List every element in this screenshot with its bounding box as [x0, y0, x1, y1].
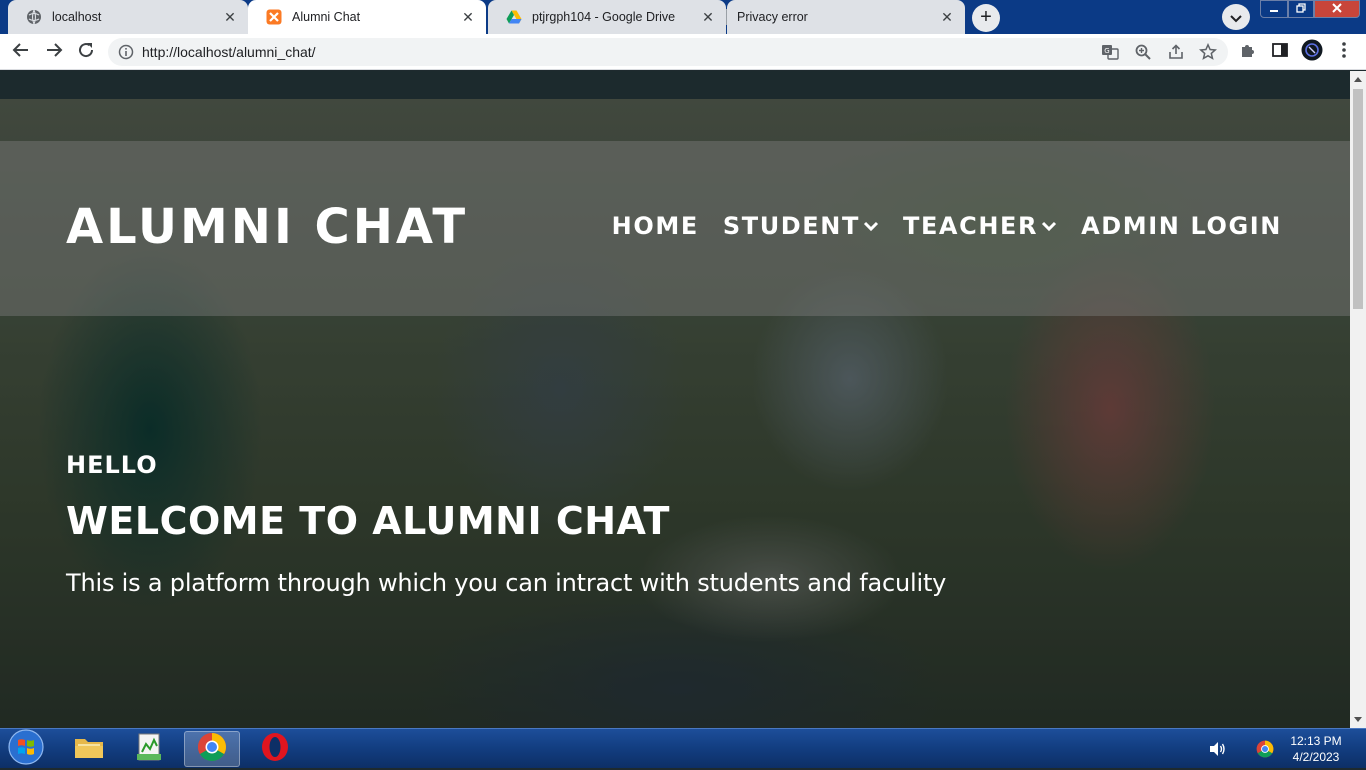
system-clock[interactable]: 12:13 PM 4/2/2023: [1284, 733, 1348, 765]
globe-icon: [26, 9, 42, 25]
page-scrollbar[interactable]: [1350, 71, 1366, 728]
reload-icon: [77, 41, 95, 63]
arrow-left-icon: [12, 41, 30, 63]
chrome-icon: [197, 732, 227, 766]
profile-button[interactable]: [1300, 39, 1324, 65]
task-manager-icon: [135, 732, 163, 766]
close-tab-icon[interactable]: ✕: [460, 9, 476, 25]
tab-title: localhost: [52, 10, 102, 24]
scroll-thumb[interactable]: [1353, 89, 1363, 309]
opera-icon: [260, 732, 290, 766]
page-viewport: ALUMNI CHAT HOME STUDENT TEACHER ADMIN L…: [0, 71, 1350, 728]
extensions-button[interactable]: [1236, 40, 1260, 64]
chevron-down-icon: [863, 220, 879, 232]
chevron-down-icon: [1230, 8, 1242, 27]
avatar: [1301, 39, 1323, 65]
minimize-button[interactable]: [1260, 0, 1288, 18]
new-tab-button[interactable]: +: [972, 4, 1000, 32]
tab-title: Alumni Chat: [292, 10, 361, 24]
folder-icon: [73, 733, 105, 765]
tray-chrome-icon[interactable]: [1254, 729, 1276, 769]
minimize-icon: [1269, 3, 1279, 16]
scroll-down-arrow[interactable]: [1350, 712, 1366, 728]
restore-icon: [1296, 2, 1306, 16]
top-band: [0, 71, 1350, 99]
volume-icon[interactable]: [1206, 729, 1228, 769]
windows-taskbar: 12:13 PM 4/2/2023: [0, 728, 1366, 768]
tab-strip: localhost ✕ Alumni Chat ✕ ptjrgph104 - G…: [0, 0, 1366, 34]
zoom-icon[interactable]: [1133, 42, 1153, 62]
nav-label: TEACHER: [902, 212, 1039, 240]
site-logo[interactable]: ALUMNI CHAT: [66, 199, 468, 255]
main-nav: HOME STUDENT TEACHER ADMIN LOGIN: [612, 212, 1282, 240]
tab-title: ptjrgph104 - Google Drive: [532, 10, 676, 24]
nav-label: HOME: [611, 212, 699, 240]
close-tab-icon[interactable]: ✕: [222, 9, 238, 25]
translate-icon[interactable]: G: [1100, 42, 1120, 62]
hero-tagline: This is a platform through which you can…: [66, 569, 947, 597]
scroll-up-arrow[interactable]: [1350, 71, 1366, 87]
nav-home[interactable]: HOME: [612, 212, 699, 240]
side-panel-icon: [1271, 41, 1289, 63]
puzzle-icon: [1239, 41, 1257, 63]
taskbar-chrome[interactable]: [184, 731, 240, 767]
nav-label: ADMIN LOGIN: [1081, 212, 1282, 240]
back-button[interactable]: [9, 40, 33, 64]
hero-greeting: HELLO: [66, 451, 158, 479]
svg-text:G: G: [1104, 47, 1109, 55]
share-icon[interactable]: [1166, 42, 1186, 62]
nav-student-dropdown[interactable]: STUDENT: [723, 212, 879, 240]
browser-toolbar: http://localhost/alumni_chat/ G: [0, 34, 1366, 70]
tab-search-button[interactable]: [1222, 4, 1250, 30]
tab-title: Privacy error: [737, 10, 808, 24]
clock-date: 4/2/2023: [1292, 750, 1340, 764]
windows-logo-icon: [7, 728, 45, 770]
chevron-down-icon: [1041, 220, 1057, 232]
clock-time: 12:13 PM: [1290, 734, 1342, 748]
taskbar-file-explorer[interactable]: [61, 731, 117, 767]
google-drive-icon: [506, 9, 522, 25]
info-icon[interactable]: [118, 44, 134, 64]
close-tab-icon[interactable]: ✕: [939, 9, 955, 25]
more-vertical-icon: [1341, 41, 1347, 63]
taskbar-task-manager[interactable]: [121, 731, 177, 767]
taskbar-opera[interactable]: [247, 731, 303, 767]
tab-google-drive[interactable]: ptjrgph104 - Google Drive ✕: [488, 0, 726, 34]
nav-admin-login[interactable]: ADMIN LOGIN: [1081, 212, 1282, 240]
reload-button[interactable]: [74, 40, 98, 64]
nav-label: STUDENT: [722, 212, 860, 240]
close-window-button[interactable]: [1314, 0, 1360, 18]
forward-button[interactable]: [42, 40, 66, 64]
hero-section: ALUMNI CHAT HOME STUDENT TEACHER ADMIN L…: [0, 99, 1350, 728]
tab-privacy-error[interactable]: Privacy error ✕: [727, 0, 965, 34]
nav-teacher-dropdown[interactable]: TEACHER: [903, 212, 1057, 240]
maximize-button[interactable]: [1288, 0, 1314, 18]
start-button[interactable]: [6, 728, 46, 770]
chrome-menu-button[interactable]: [1332, 40, 1356, 64]
address-bar[interactable]: http://localhost/alumni_chat/ G: [108, 38, 1228, 66]
tab-localhost[interactable]: localhost ✕: [8, 0, 248, 34]
bookmark-star-icon[interactable]: [1198, 42, 1218, 62]
xampp-icon: [266, 9, 282, 25]
hero-heading: WELCOME TO ALUMNI CHAT: [66, 499, 670, 543]
tab-alumni-chat[interactable]: Alumni Chat ✕: [248, 0, 486, 34]
close-tab-icon[interactable]: ✕: [700, 9, 716, 25]
side-panel-button[interactable]: [1268, 40, 1292, 64]
close-icon: [1332, 2, 1342, 16]
url-text[interactable]: http://localhost/alumni_chat/: [142, 44, 316, 60]
arrow-right-icon: [45, 41, 63, 63]
